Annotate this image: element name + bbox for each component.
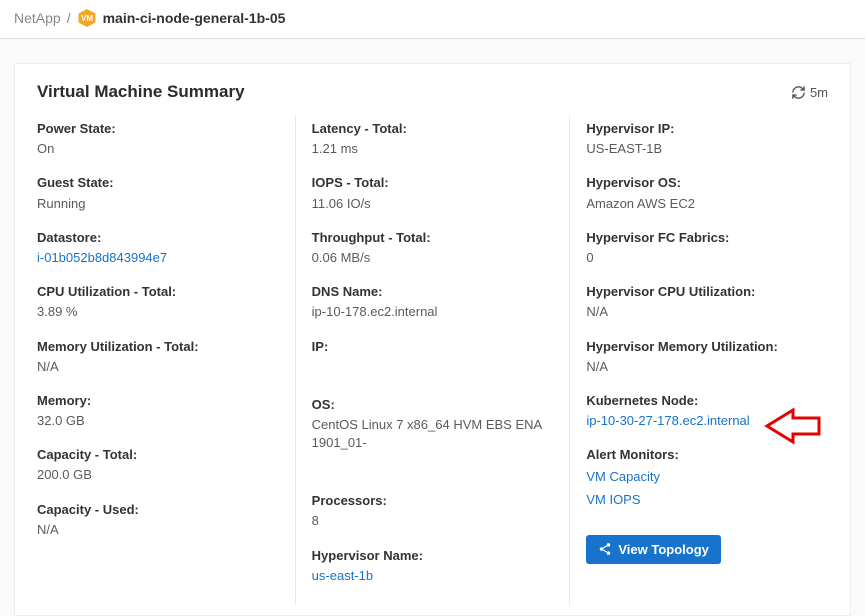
col1-field: Power State: On	[37, 120, 279, 158]
summary-columns: Power State: On Guest State: Running Datasto…	[37, 116, 828, 605]
field-label: Hypervisor Memory Utilization:	[586, 338, 828, 356]
col2-field: IP:	[312, 338, 554, 356]
field-label: Hypervisor CPU Utilization:	[586, 283, 828, 301]
field-value-link[interactable]: i-01b052b8d843994e7	[37, 249, 279, 267]
field-label: Memory:	[37, 392, 279, 410]
share-icon	[598, 542, 612, 556]
field-value: Amazon AWS EC2	[586, 195, 828, 213]
refresh-control[interactable]: 5m	[791, 85, 828, 100]
field-value: US-EAST-1B	[586, 140, 828, 158]
field-value: 1.21 ms	[312, 140, 554, 158]
col1-field: Datastore: i-01b052b8d843994e7	[37, 229, 279, 267]
field-value: 11.06 IO/s	[312, 195, 554, 213]
field-label: Capacity - Total:	[37, 446, 279, 464]
field-label: Hypervisor Name:	[312, 547, 554, 565]
field-value: 32.0 GB	[37, 412, 279, 430]
field-label: Capacity - Used:	[37, 501, 279, 519]
col3-field: Kubernetes Node: ip-10-30-27-178.ec2.inte…	[586, 392, 828, 430]
field-label: Power State:	[37, 120, 279, 138]
alert-monitors-field: Alert Monitors: VM Capacity VM IOPS	[586, 446, 828, 509]
field-label: Datastore:	[37, 229, 279, 247]
breadcrumb-root[interactable]: NetApp	[14, 10, 61, 26]
field-value: 8	[312, 512, 554, 530]
svg-text:VM: VM	[81, 14, 93, 23]
field-label: Throughput - Total:	[312, 229, 554, 247]
panel-title: Virtual Machine Summary	[37, 82, 245, 102]
field-label: Alert Monitors:	[586, 446, 828, 464]
vm-icon: VM	[77, 8, 97, 28]
col1-field: Capacity - Used: N/A	[37, 501, 279, 539]
col3-field: Hypervisor Memory Utilization: N/A	[586, 338, 828, 376]
alert-links: VM Capacity VM IOPS	[586, 468, 828, 508]
col1-field: Memory Utilization - Total: N/A	[37, 338, 279, 376]
field-label: Guest State:	[37, 174, 279, 192]
col2-field: IOPS - Total: 11.06 IO/s	[312, 174, 554, 212]
button-label: View Topology	[618, 542, 709, 557]
field-value: Running	[37, 195, 279, 213]
refresh-icon[interactable]	[791, 85, 806, 100]
field-value: ip-10-178.ec2.internal	[312, 303, 554, 321]
col2-field: Latency - Total: 1.21 ms	[312, 120, 554, 158]
field-value: 200.0 GB	[37, 466, 279, 484]
breadcrumb-separator: /	[67, 10, 71, 26]
col1-field: Guest State: Running	[37, 174, 279, 212]
field-label: Kubernetes Node:	[586, 392, 828, 410]
field-value: CentOS Linux 7 x86_64 HVM EBS ENA 1901_0…	[312, 416, 554, 452]
breadcrumb-title: main-ci-node-general-1b-05	[103, 10, 286, 26]
field-label: IP:	[312, 338, 554, 356]
field-value: N/A	[586, 358, 828, 376]
field-value-link[interactable]: us-east-1b	[312, 567, 554, 585]
field-value-link[interactable]: ip-10-30-27-178.ec2.internal	[586, 412, 828, 430]
field-label: Latency - Total:	[312, 120, 554, 138]
field-label: DNS Name:	[312, 283, 554, 301]
field-label: CPU Utilization - Total:	[37, 283, 279, 301]
col2-field: Processors: 8	[312, 492, 554, 530]
field-value: 0	[586, 249, 828, 267]
col1-field: CPU Utilization - Total: 3.89 %	[37, 283, 279, 321]
alert-link[interactable]: VM Capacity	[586, 468, 828, 486]
col2-field: Throughput - Total: 0.06 MB/s	[312, 229, 554, 267]
field-label: Hypervisor IP:	[586, 120, 828, 138]
field-label: Processors:	[312, 492, 554, 510]
field-value: N/A	[37, 358, 279, 376]
col2-field: OS: CentOS Linux 7 x86_64 HVM EBS ENA 190…	[312, 396, 554, 453]
col3-field: Hypervisor FC Fabrics: 0	[586, 229, 828, 267]
col1-field: Memory: 32.0 GB	[37, 392, 279, 430]
vm-summary-panel: Virtual Machine Summary 5m Power State: O…	[14, 63, 851, 616]
field-label: Memory Utilization - Total:	[37, 338, 279, 356]
col1-field: Capacity - Total: 200.0 GB	[37, 446, 279, 484]
field-value: 0.06 MB/s	[312, 249, 554, 267]
field-value: 3.89 %	[37, 303, 279, 321]
summary-col-2: Latency - Total: 1.21 ms IOPS - Total: 11.0…	[295, 116, 570, 605]
field-value: On	[37, 140, 279, 158]
col2-field: Hypervisor Name: us-east-1b	[312, 547, 554, 585]
col3-field: Hypervisor IP: US-EAST-1B	[586, 120, 828, 158]
col3-field: Hypervisor CPU Utilization: N/A	[586, 283, 828, 321]
field-value: N/A	[37, 521, 279, 539]
breadcrumb: NetApp / VM main-ci-node-general-1b-05	[0, 0, 865, 39]
field-label: OS:	[312, 396, 554, 414]
summary-col-3: Hypervisor IP: US-EAST-1B Hypervisor OS: Am…	[569, 116, 828, 605]
alert-link[interactable]: VM IOPS	[586, 491, 828, 509]
col2-field: DNS Name: ip-10-178.ec2.internal	[312, 283, 554, 321]
summary-col-1: Power State: On Guest State: Running Datasto…	[37, 116, 295, 605]
panel-header: Virtual Machine Summary 5m	[37, 82, 828, 102]
field-value: N/A	[586, 303, 828, 321]
field-label: Hypervisor FC Fabrics:	[586, 229, 828, 247]
field-label: Hypervisor OS:	[586, 174, 828, 192]
view-topology-button[interactable]: View Topology	[586, 535, 721, 564]
col3-field: Hypervisor OS: Amazon AWS EC2	[586, 174, 828, 212]
refresh-interval: 5m	[810, 85, 828, 100]
field-label: IOPS - Total:	[312, 174, 554, 192]
